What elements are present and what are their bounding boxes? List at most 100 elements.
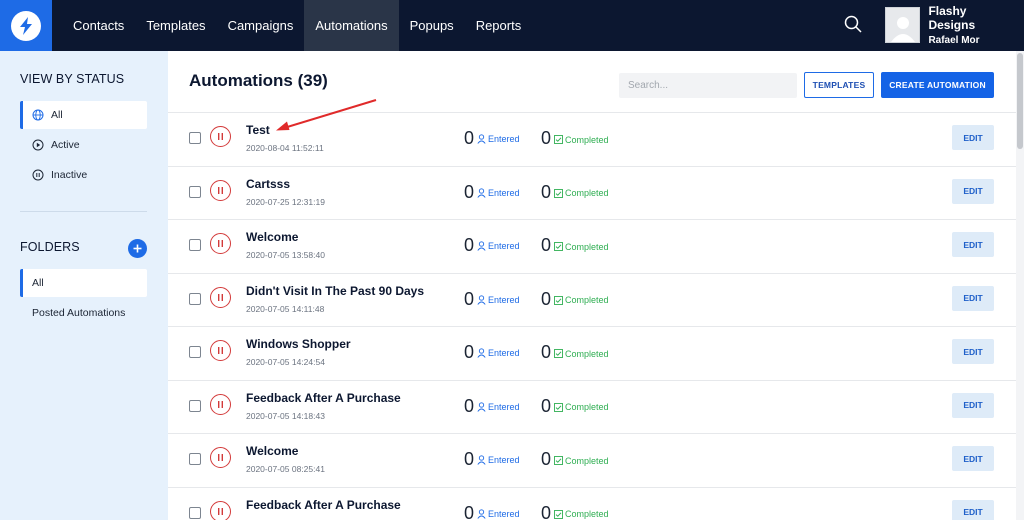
nav-templates[interactable]: Templates [135,0,216,51]
pause-icon[interactable] [210,233,231,254]
entered-label[interactable]: Entered [477,402,520,412]
brand-logo[interactable] [0,0,52,51]
search-icon[interactable] [843,14,863,34]
automation-date: 2020-07-05 14:24:54 [246,357,325,367]
edit-button[interactable]: EDIT [952,499,994,520]
automation-name[interactable]: Welcome [246,230,298,244]
completed-label[interactable]: Completed [554,242,609,252]
entered-count: 0 [464,395,475,416]
pause-icon[interactable] [210,500,231,520]
main-nav: Contacts Templates Campaigns Automations… [62,0,532,51]
entered-label[interactable]: Entered [477,455,520,465]
entered-stat: 0 Entered [464,503,520,520]
completed-label[interactable]: Completed [554,402,609,412]
completed-count: 0 [541,128,552,148]
edit-button[interactable]: EDIT [952,125,994,150]
user-icon [477,134,486,144]
entered-stat: 0 Entered [464,289,520,310]
nav-popups[interactable]: Popups [399,0,465,51]
completed-count: 0 [541,342,552,362]
edit-button[interactable]: EDIT [952,446,994,471]
nav-reports[interactable]: Reports [465,0,533,51]
account-menu[interactable]: Flashy Designs Rafael Mor [885,4,1015,46]
status-filter-all[interactable]: All [20,101,147,129]
completed-label[interactable]: Completed [554,295,609,305]
row-checkbox[interactable] [189,239,201,251]
nav-campaigns[interactable]: Campaigns [217,0,305,51]
completed-stat: 0 Completed [541,342,609,363]
folder-posted-automations[interactable]: Posted Automations [20,299,147,327]
scrollbar-thumb[interactable] [1017,53,1023,149]
automation-name[interactable]: Cartsss [246,177,290,191]
automation-name[interactable]: Feedback After A Purchase [246,391,401,405]
edit-button[interactable]: EDIT [952,392,994,418]
automation-name[interactable]: Welcome [246,444,298,458]
row-checkbox[interactable] [189,399,201,412]
entered-stat: 0 Entered [464,449,520,470]
automation-name[interactable]: Didn't Visit In The Past 90 Days [246,284,424,298]
edit-button[interactable]: EDIT [952,232,994,257]
completed-stat: 0 Completed [541,449,609,470]
pause-icon[interactable] [210,126,231,147]
row-checkbox[interactable] [189,346,201,358]
automation-date: 2020-08-04 11:52:11 [246,143,324,153]
entered-label[interactable]: Entered [477,134,520,144]
pause-icon[interactable] [210,340,231,361]
pause-icon[interactable] [210,393,231,415]
completed-label[interactable]: Completed [554,509,609,519]
entered-label[interactable]: Entered [477,295,520,305]
entered-count: 0 [464,128,475,148]
edit-button[interactable]: EDIT [952,339,994,364]
folders-heading: FOLDERS [20,240,80,254]
add-folder-button[interactable] [128,239,147,258]
entered-count: 0 [464,502,475,520]
scrollbar[interactable] [1016,51,1024,520]
pause-icon[interactable] [210,179,231,201]
entered-label[interactable]: Entered [477,509,520,519]
create-automation-button[interactable]: CREATE AUTOMATION [881,72,994,98]
completed-count: 0 [541,449,552,469]
completed-label[interactable]: Completed [554,349,609,359]
user-icon [477,241,486,251]
templates-button[interactable]: TEMPLATES [804,72,874,98]
user-icon [477,348,486,358]
automation-name[interactable]: Feedback After A Purchase [246,498,401,512]
avatar [885,7,921,43]
status-filter-inactive[interactable]: Inactive [20,161,147,189]
entered-stat: 0 Entered [464,128,520,149]
completed-count: 0 [541,181,552,202]
completed-stat: 0 Completed [541,182,609,203]
account-company: Flashy Designs [928,4,976,32]
completed-label[interactable]: Completed [554,456,609,466]
pause-icon[interactable] [210,447,231,468]
completed-label[interactable]: Completed [554,135,609,145]
entered-label[interactable]: Entered [477,188,520,198]
edit-button[interactable]: EDIT [952,285,994,311]
folder-all[interactable]: All [20,269,147,297]
edit-button[interactable]: EDIT [952,178,994,204]
account-user: Rafael Mor [928,35,980,46]
row-checkbox[interactable] [189,506,201,519]
check-square-icon [554,349,563,358]
status-filter-active[interactable]: Active [20,131,147,159]
nav-contacts[interactable]: Contacts [62,0,135,51]
entered-label[interactable]: Entered [477,241,520,251]
automation-list: Test 2020-08-04 11:52:11 0 Entered 0 Com… [168,112,1016,520]
automation-name[interactable]: Windows Shopper [246,337,351,351]
entered-label[interactable]: Entered [477,348,520,358]
folder-label: All [32,277,44,289]
row-checkbox[interactable] [189,453,201,465]
row-checkbox[interactable] [189,185,201,198]
check-square-icon [554,135,563,144]
completed-label[interactable]: Completed [554,188,609,198]
pause-icon[interactable] [210,286,231,308]
automation-name[interactable]: Test [246,123,270,137]
row-checkbox[interactable] [189,132,201,144]
entered-count: 0 [464,342,475,362]
nav-automations[interactable]: Automations [304,0,399,51]
lightning-bolt-icon [11,10,41,41]
completed-count: 0 [541,288,552,309]
row-checkbox[interactable] [189,292,201,305]
sidebar-divider [20,211,147,212]
search-input[interactable] [619,73,797,98]
